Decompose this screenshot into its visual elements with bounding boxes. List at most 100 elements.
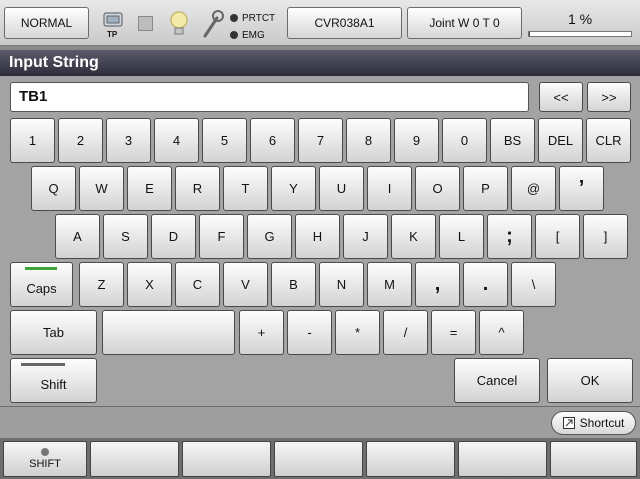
key-row1-8[interactable]: 9 xyxy=(394,118,439,163)
prev-button[interactable]: << xyxy=(539,82,583,112)
key-row3-1[interactable]: S xyxy=(103,214,148,259)
key-row1-0[interactable]: 1 xyxy=(10,118,55,163)
key-label: M xyxy=(384,277,395,292)
program-label: CVR038A1 xyxy=(314,16,375,30)
key-row5-3[interactable]: / xyxy=(383,310,428,355)
shift-label: Shift xyxy=(40,377,67,392)
key-label: / xyxy=(403,325,408,340)
key-label: . xyxy=(482,273,489,295)
key-label: 3 xyxy=(124,133,133,148)
key-row3-8[interactable]: L xyxy=(439,214,484,259)
key-label: V xyxy=(241,277,250,292)
key-row4-9[interactable]: \ xyxy=(511,262,556,307)
key-label: X xyxy=(145,277,154,292)
key-label: 7 xyxy=(316,133,325,148)
key-row2-11[interactable]: ’ xyxy=(559,166,604,211)
key-label: 9 xyxy=(412,133,421,148)
key-row5-5[interactable]: ^ xyxy=(479,310,524,355)
f-shift-key[interactable]: SHIFT xyxy=(3,441,87,477)
emg-led-icon xyxy=(230,31,238,39)
key-row3-9[interactable]: ; xyxy=(487,214,532,259)
key-row1-10[interactable]: BS xyxy=(490,118,535,163)
teach-pendant-icon xyxy=(103,12,123,27)
string-input-field[interactable]: TB1 xyxy=(10,82,529,112)
key-row2-5[interactable]: Y xyxy=(271,166,316,211)
key-row5-1[interactable]: - xyxy=(287,310,332,355)
key-row4-0[interactable]: Z xyxy=(79,262,124,307)
key-row3-10[interactable]: [ xyxy=(535,214,580,259)
key-row5-0[interactable]: + xyxy=(239,310,284,355)
key-row4-8[interactable]: . xyxy=(463,262,508,307)
shortcut-button[interactable]: Shortcut xyxy=(551,411,636,435)
key-row1-9[interactable]: 0 xyxy=(442,118,487,163)
joint-label: Joint W 0 T 0 xyxy=(429,16,500,30)
key-row1-2[interactable]: 3 xyxy=(106,118,151,163)
key-label: = xyxy=(449,325,458,340)
key-label: 6 xyxy=(268,133,277,148)
key-row3-5[interactable]: H xyxy=(295,214,340,259)
key-row3-3[interactable]: F xyxy=(199,214,244,259)
ok-button[interactable]: OK xyxy=(547,358,633,403)
key-row1-12[interactable]: CLR xyxy=(586,118,631,163)
key-row2-9[interactable]: P xyxy=(463,166,508,211)
key-row4-7[interactable]: , xyxy=(415,262,460,307)
key-row4-6[interactable]: M xyxy=(367,262,412,307)
key-row2-3[interactable]: R xyxy=(175,166,220,211)
coordinate-button[interactable]: Joint W 0 T 0 xyxy=(407,7,522,39)
key-row5-2[interactable]: * xyxy=(335,310,380,355)
key-label: B xyxy=(289,277,298,292)
key-row3-7[interactable]: K xyxy=(391,214,436,259)
key-row4-2[interactable]: C xyxy=(175,262,220,307)
key-row2-1[interactable]: W xyxy=(79,166,124,211)
key-row1-7[interactable]: 8 xyxy=(346,118,391,163)
key-label: L xyxy=(457,229,466,244)
key-row2-0[interactable]: Q xyxy=(31,166,76,211)
key-label: \ xyxy=(531,277,536,292)
mode-label: NORMAL xyxy=(20,16,73,30)
f-shift-led-icon xyxy=(41,448,49,456)
space-key[interactable] xyxy=(102,310,235,355)
key-label: ] xyxy=(603,229,608,244)
cancel-button[interactable]: Cancel xyxy=(454,358,540,403)
key-row3-0[interactable]: A xyxy=(55,214,100,259)
key-row2-6[interactable]: U xyxy=(319,166,364,211)
function-key-3[interactable] xyxy=(182,441,271,477)
key-row3-6[interactable]: J xyxy=(343,214,388,259)
key-row1-3[interactable]: 4 xyxy=(154,118,199,163)
shift-key[interactable]: Shift xyxy=(10,358,97,403)
caps-key[interactable]: Caps xyxy=(10,262,73,307)
next-button[interactable]: >> xyxy=(587,82,631,112)
function-key-7[interactable] xyxy=(550,441,637,477)
bottom-strip xyxy=(0,406,640,440)
function-key-2[interactable] xyxy=(90,441,179,477)
function-key-5[interactable] xyxy=(366,441,455,477)
key-row2-7[interactable]: I xyxy=(367,166,412,211)
tab-key[interactable]: Tab xyxy=(10,310,97,355)
key-row1-11[interactable]: DEL xyxy=(538,118,583,163)
key-row2-8[interactable]: O xyxy=(415,166,460,211)
program-button[interactable]: CVR038A1 xyxy=(287,7,402,39)
key-row1-4[interactable]: 5 xyxy=(202,118,247,163)
key-row3-11[interactable]: ] xyxy=(583,214,628,259)
key-row4-4[interactable]: B xyxy=(271,262,316,307)
key-row2-4[interactable]: T xyxy=(223,166,268,211)
key-row1-5[interactable]: 6 xyxy=(250,118,295,163)
key-row4-5[interactable]: N xyxy=(319,262,364,307)
key-row4-3[interactable]: V xyxy=(223,262,268,307)
key-row3-2[interactable]: D xyxy=(151,214,196,259)
shortcut-label: Shortcut xyxy=(579,416,625,430)
mode-button[interactable]: NORMAL xyxy=(4,7,89,39)
key-row2-2[interactable]: E xyxy=(127,166,172,211)
key-row5-4[interactable]: = xyxy=(431,310,476,355)
function-key-6[interactable] xyxy=(458,441,547,477)
key-row1-6[interactable]: 7 xyxy=(298,118,343,163)
key-label: S xyxy=(121,229,130,244)
key-row3-4[interactable]: G xyxy=(247,214,292,259)
function-key-4[interactable] xyxy=(274,441,363,477)
key-row4-1[interactable]: X xyxy=(127,262,172,307)
key-label: J xyxy=(362,229,369,244)
prtct-label: PRTCT xyxy=(242,12,276,24)
key-row1-1[interactable]: 2 xyxy=(58,118,103,163)
speed-readout: 1 % xyxy=(567,11,593,27)
key-row2-10[interactable]: @ xyxy=(511,166,556,211)
